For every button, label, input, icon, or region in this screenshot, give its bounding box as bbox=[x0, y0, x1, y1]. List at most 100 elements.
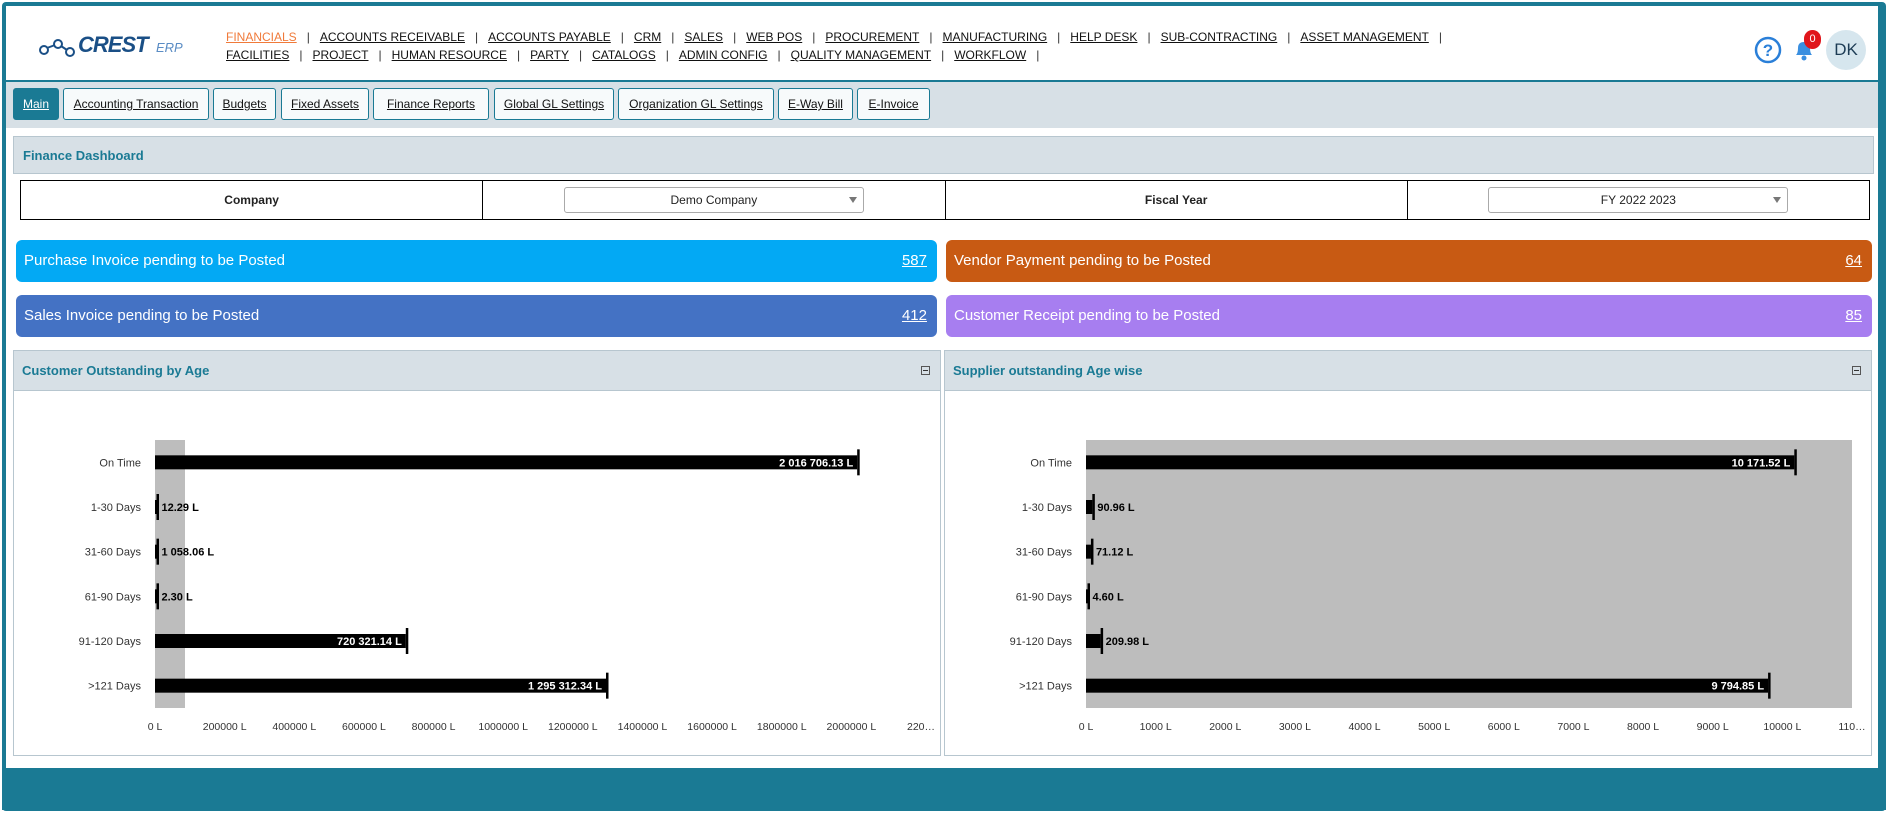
nav-help-desk[interactable]: HELP DESK bbox=[1060, 30, 1147, 44]
bar[interactable] bbox=[155, 544, 157, 559]
tab-global-gl-settings[interactable]: Global GL Settings bbox=[494, 88, 614, 120]
fiscal-year-select[interactable]: FY 2022 2023 bbox=[1488, 187, 1789, 213]
data-label: 209.98 L bbox=[1106, 636, 1150, 648]
bar[interactable] bbox=[1086, 544, 1091, 559]
nav-sales[interactable]: SALES bbox=[674, 30, 733, 44]
company-select[interactable]: Demo Company bbox=[563, 187, 864, 213]
bar-end-marker bbox=[1100, 628, 1104, 654]
nav-facilities[interactable]: FACILITIES bbox=[220, 48, 299, 62]
main-nav: FINANCIALS | ACCOUNTS RECEIVABLE | ACCOUNTS … bbox=[220, 28, 1610, 64]
x-tick-label: 1800000 L bbox=[757, 721, 807, 733]
chevron-down-icon bbox=[848, 197, 857, 203]
user-avatar[interactable]: DK bbox=[1826, 30, 1866, 70]
nav-sub-contracting[interactable]: SUB-CONTRACTING bbox=[1151, 30, 1288, 44]
data-label: 10 171.52 L bbox=[1732, 457, 1791, 469]
data-label: 9 794.85 L bbox=[1711, 681, 1764, 693]
bar[interactable] bbox=[155, 455, 858, 470]
card-count-link[interactable]: 587 bbox=[902, 252, 927, 269]
nav-manufacturing[interactable]: MANUFACTURING bbox=[932, 30, 1057, 44]
bar[interactable] bbox=[155, 500, 157, 514]
company-label: Company bbox=[21, 181, 484, 219]
filter-bar: Company Demo Company Fiscal Year FY 2022… bbox=[20, 180, 1870, 220]
card-count-link[interactable]: 85 bbox=[1845, 307, 1862, 324]
fiscal-year-cell: FY 2022 2023 bbox=[1408, 181, 1869, 219]
x-tick-label: 1600000 L bbox=[687, 721, 737, 733]
category-label: 61-90 Days bbox=[1016, 591, 1073, 603]
category-label: 91-120 Days bbox=[1010, 636, 1073, 648]
x-tick-label: 600000 L bbox=[342, 721, 386, 733]
x-tick-label: 8000 L bbox=[1627, 721, 1659, 733]
notification-count-badge: 0 bbox=[1804, 30, 1821, 49]
data-label: 1 295 312.34 L bbox=[528, 681, 602, 693]
vendor-payment-pending-card: Vendor Payment pending to be Posted 64 bbox=[946, 240, 1872, 282]
bar[interactable] bbox=[1086, 455, 1795, 470]
main-content: Finance Dashboard Company Demo Company F… bbox=[6, 128, 1878, 768]
category-label: 1-30 Days bbox=[1022, 502, 1073, 514]
company-cell: Demo Company bbox=[483, 181, 946, 219]
tab-budgets[interactable]: Budgets bbox=[213, 88, 276, 120]
data-label: 4.60 L bbox=[1093, 591, 1124, 603]
bar-end-marker bbox=[1090, 538, 1094, 565]
crest-erp-logo[interactable]: CREST ERP bbox=[38, 32, 188, 62]
collapse-icon[interactable] bbox=[921, 366, 930, 375]
supplier-outstanding-chart: On Time 10 171.52 L 1-30 Days 90.96 L 31-60 … bbox=[1010, 440, 1866, 733]
card-count-link[interactable]: 64 bbox=[1845, 252, 1862, 269]
x-tick-label: 110… bbox=[1838, 721, 1865, 733]
page-title: Finance Dashboard bbox=[23, 148, 144, 163]
x-tick-label: 1000000 L bbox=[478, 721, 528, 733]
nav-human-resource[interactable]: HUMAN RESOURCE bbox=[382, 48, 517, 62]
chevron-down-icon bbox=[1773, 197, 1782, 203]
nav-web-pos[interactable]: WEB POS bbox=[736, 30, 812, 44]
help-icon[interactable]: ? bbox=[1754, 36, 1782, 64]
tab-e-way-bill[interactable]: E-Way Bill bbox=[778, 88, 853, 120]
nav-financials[interactable]: FINANCIALS bbox=[220, 30, 307, 44]
nav-party[interactable]: PARTY bbox=[520, 48, 579, 62]
x-tick-label: 6000 L bbox=[1488, 721, 1520, 733]
customer-receipt-pending-card: Customer Receipt pending to be Posted 85 bbox=[946, 295, 1872, 337]
nav-procurement[interactable]: PROCUREMENT bbox=[815, 30, 929, 44]
bar[interactable] bbox=[1086, 634, 1101, 648]
collapse-icon[interactable] bbox=[1852, 366, 1861, 375]
tab-finance-reports[interactable]: Finance Reports bbox=[373, 88, 489, 120]
nav-crm[interactable]: CRM bbox=[624, 30, 671, 44]
tab-main[interactable]: Main bbox=[13, 88, 59, 120]
x-tick-label: 0 L bbox=[148, 721, 163, 733]
nav-separator: | bbox=[1036, 48, 1040, 62]
card-label: Vendor Payment pending to be Posted bbox=[954, 252, 1211, 269]
fiscal-year-label: Fiscal Year bbox=[946, 181, 1408, 219]
category-label: 91-120 Days bbox=[79, 636, 142, 648]
nav-quality-management[interactable]: QUALITY MANAGEMENT bbox=[781, 48, 941, 62]
fiscal-year-select-value: FY 2022 2023 bbox=[1600, 193, 1676, 207]
card-count-link[interactable]: 412 bbox=[902, 307, 927, 324]
nav-catalogs[interactable]: CATALOGS bbox=[582, 48, 666, 62]
x-tick-label: 10000 L bbox=[1763, 721, 1801, 733]
nav-workflow[interactable]: WORKFLOW bbox=[944, 48, 1036, 62]
nav-admin-config[interactable]: ADMIN CONFIG bbox=[669, 48, 778, 62]
bar-end-marker bbox=[1768, 672, 1771, 699]
finance-dashboard-header: Finance Dashboard bbox=[13, 136, 1874, 174]
tab-e-invoice[interactable]: E-Invoice bbox=[857, 88, 930, 120]
x-tick-label: 1000 L bbox=[1140, 721, 1172, 733]
nav-accounts-receivable[interactable]: ACCOUNTS RECEIVABLE bbox=[310, 30, 475, 44]
notification-bell[interactable]: 0 bbox=[1790, 30, 1821, 64]
category-label: 31-60 Days bbox=[1016, 547, 1073, 559]
logo-suffix: ERP bbox=[156, 40, 183, 55]
svg-text:?: ? bbox=[1763, 41, 1773, 60]
nav-asset-management[interactable]: ASSET MANAGEMENT bbox=[1290, 30, 1438, 44]
sales-invoice-pending-card: Sales Invoice pending to be Posted 412 bbox=[16, 295, 937, 337]
x-tick-label: 1400000 L bbox=[618, 721, 668, 733]
bar[interactable] bbox=[1086, 678, 1769, 693]
data-label: 12.29 L bbox=[162, 502, 200, 514]
tab-fixed-assets[interactable]: Fixed Assets bbox=[281, 88, 369, 120]
nav-accounts-payable[interactable]: ACCOUNTS PAYABLE bbox=[478, 30, 621, 44]
x-tick-label: 5000 L bbox=[1418, 721, 1450, 733]
nav-project[interactable]: PROJECT bbox=[302, 48, 378, 62]
tab-organization-gl-settings[interactable]: Organization GL Settings bbox=[618, 88, 774, 120]
tab-accounting-transaction[interactable]: Accounting Transaction bbox=[63, 88, 209, 120]
data-label: 720 321.14 L bbox=[337, 636, 402, 648]
card-label: Sales Invoice pending to be Posted bbox=[24, 307, 260, 324]
bar[interactable] bbox=[155, 589, 157, 604]
bar-end-marker bbox=[156, 494, 159, 520]
bar[interactable] bbox=[1086, 500, 1093, 514]
bar[interactable] bbox=[1086, 589, 1088, 604]
